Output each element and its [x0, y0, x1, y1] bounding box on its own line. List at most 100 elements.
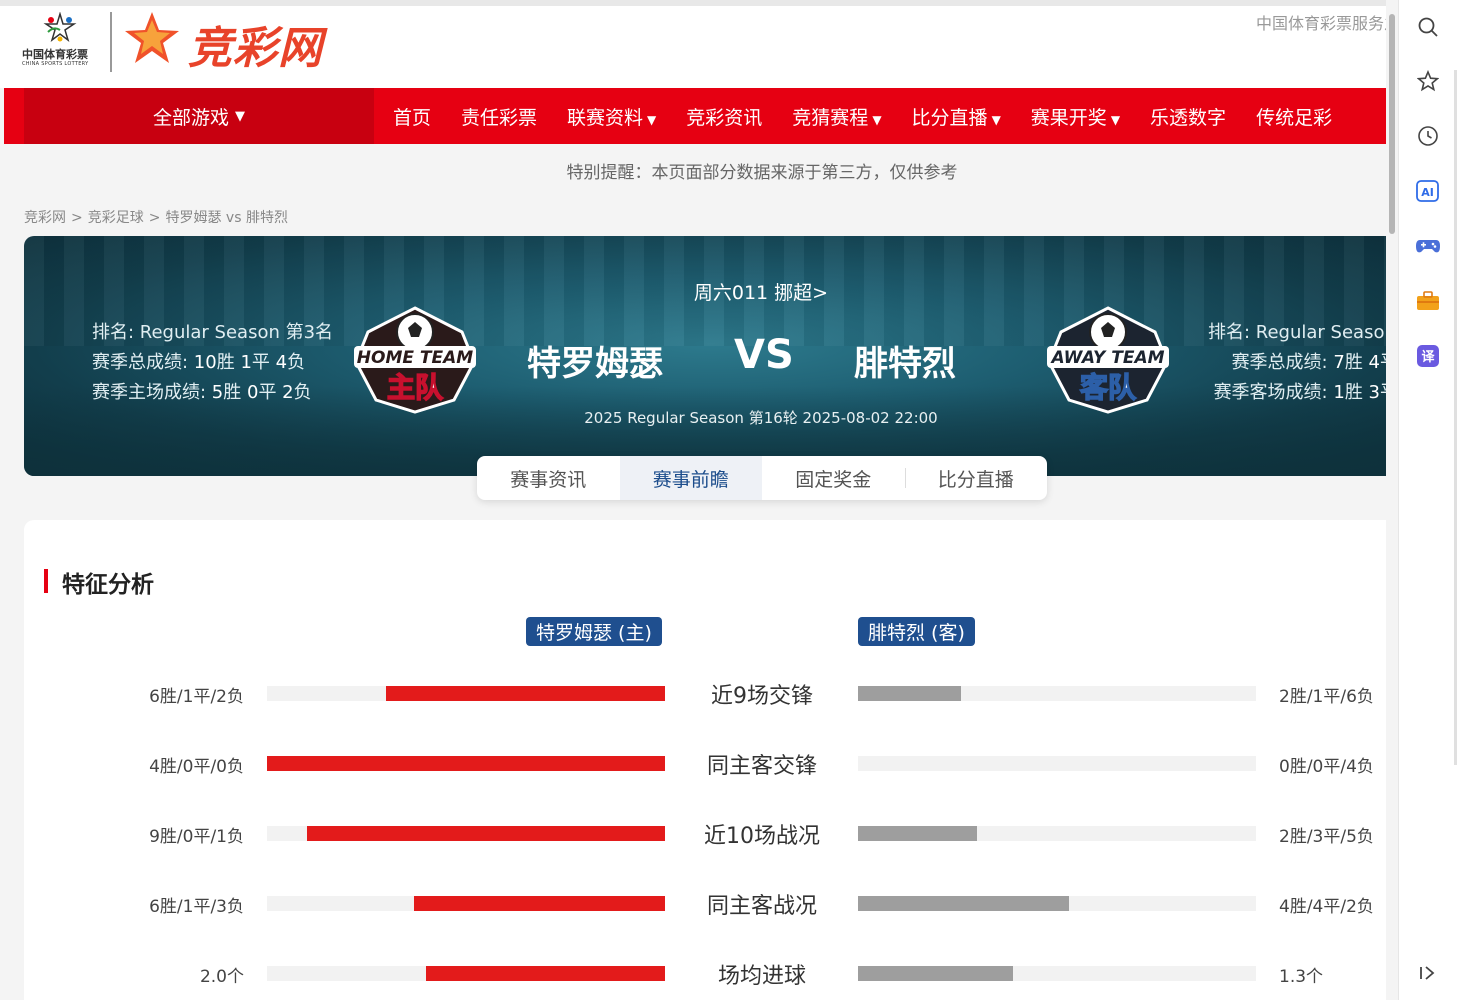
nav-item-label: 联赛资料 — [567, 106, 644, 129]
gamepad-icon[interactable] — [1415, 233, 1441, 259]
stat-label: 同主客交锋 — [706, 754, 817, 779]
away-team-name[interactable]: 腓特烈 — [854, 336, 956, 385]
nav-item[interactable]: 竞猜赛程 ▼ — [777, 103, 896, 130]
analysis-panel: 特征分析 特罗姆瑟 (主) 腓特烈 (客) 6胜/1平/2负 近9场交锋 2胜/1平… — [24, 520, 1398, 1000]
svg-text:AI: AI — [1421, 186, 1434, 199]
home-stat-track — [267, 896, 665, 911]
home-stat-track — [267, 686, 665, 701]
stat-label: 近10场战况 — [704, 824, 820, 849]
csl-logo-en: CHINA SPORTS LOTTERY — [22, 61, 89, 67]
away-team-tag: 腓特烈 (客) — [858, 617, 975, 646]
home-badge-en: HOME TEAM — [357, 348, 473, 368]
tab-3[interactable]: 固定奖金 — [762, 456, 905, 500]
history-icon[interactable] — [1415, 123, 1441, 149]
breadcrumb-football[interactable]: 竞彩足球 — [88, 210, 144, 226]
caret-down-icon: ▼ — [1110, 112, 1121, 127]
nav-item[interactable]: 责任彩票 — [446, 103, 552, 130]
home-badge-cn: 主队 — [387, 371, 444, 404]
nav-item[interactable]: 乐透数字 — [1135, 103, 1241, 130]
away-stat-value: 0胜/0平/4负 — [1279, 757, 1374, 777]
nav-item[interactable]: 竞彩资讯 — [671, 103, 777, 130]
home-stat-bar — [426, 966, 665, 981]
site-header: 中国体育彩票 CHINA SPORTS LOTTERY 竞彩网 中国体育彩票服务… — [0, 0, 1398, 88]
nav-item-label: 竞彩资讯 — [686, 106, 763, 129]
ai-icon[interactable]: AI — [1415, 178, 1441, 204]
nav-item[interactable]: 比分直播 ▼ — [897, 103, 1016, 130]
away-stat-track — [858, 756, 1256, 771]
nav-item[interactable]: 传统足彩 — [1241, 103, 1347, 130]
home-stat-track — [267, 826, 665, 841]
nav-item-label: 比分直播 — [911, 106, 988, 129]
away-stat-bar — [858, 966, 1014, 981]
lottery-star-icon — [43, 12, 77, 42]
nav-all-games-label: 全部游戏 — [152, 106, 229, 129]
away-stat-track — [858, 826, 1256, 841]
nav-item[interactable]: 首页 — [378, 103, 446, 130]
translate-icon[interactable]: 译 — [1415, 343, 1441, 369]
away-season-total: 赛季总成绩: 7胜 4平 — [1231, 352, 1398, 373]
star-icon[interactable] — [1415, 68, 1441, 94]
home-stat-track — [267, 756, 665, 771]
home-team-stats: 排名: Regular Season 第3名 赛季总成绩: 10胜 1平 4负 … — [92, 318, 333, 408]
away-stat-value: 2胜/3平/5负 — [1279, 827, 1374, 847]
breadcrumb-separator: > — [148, 210, 161, 226]
caret-down-icon: ▼ — [872, 112, 882, 127]
breadcrumb-separator: > — [71, 210, 83, 226]
home-team-tag: 特罗姆瑟 (主) — [526, 617, 662, 646]
collapse-icon[interactable] — [1415, 960, 1441, 986]
stat-label: 近9场交锋 — [711, 684, 813, 709]
breadcrumb-home[interactable]: 竞彩网 — [24, 210, 66, 226]
home-stat-bar — [306, 826, 665, 841]
tab-1[interactable]: 赛事资讯 — [477, 456, 620, 500]
home-stat-value: 9胜/0平/1负 — [149, 827, 244, 847]
away-badge-cn: 客队 — [1080, 371, 1137, 404]
home-stat-track — [267, 966, 665, 981]
match-meta: 2025 Regular Season 第16轮 2025-08-02 22:0… — [584, 409, 938, 427]
away-stat-value: 2胜/1平/6负 — [1279, 687, 1374, 707]
home-stat-value: 6胜/1平/3负 — [149, 897, 244, 917]
match-hero: 周六011 挪超> 排名: Regular Season 第3名 赛季总成绩: … — [24, 236, 1398, 476]
match-info-link[interactable]: 周六011 挪超> — [24, 278, 1398, 305]
tab-2[interactable]: 赛事前瞻 — [619, 456, 762, 500]
away-stat-track — [858, 896, 1256, 911]
special-notice: 特别提醒：本页面部分数据来源于第三方，仅供参考 — [566, 163, 958, 183]
nav-all-games[interactable]: 全部游戏 ▼ — [24, 88, 374, 144]
away-season-venue: 赛季客场成绩: 1胜 3平 — [1213, 382, 1398, 403]
nav-item-label: 传统足彩 — [1256, 106, 1333, 129]
logo-divider — [110, 12, 112, 72]
service-text[interactable]: 中国体育彩票服务之 — [1256, 10, 1398, 34]
home-season-venue: 赛季主场成绩: 5胜 0平 2负 — [92, 382, 312, 403]
search-icon[interactable] — [1415, 14, 1441, 40]
stat-label: 同主客战况 — [706, 894, 817, 919]
section-title: 特征分析 — [44, 565, 154, 599]
svg-text:译: 译 — [1421, 350, 1435, 365]
jcw-logo[interactable]: 竞彩网 — [122, 8, 362, 74]
away-stat-track — [858, 966, 1256, 981]
stat-label: 场均进球 — [717, 964, 806, 989]
caret-down-icon: ▼ — [647, 112, 657, 127]
home-stat-value: 6胜/1平/2负 — [149, 687, 244, 707]
csl-logo-cn: 中国体育彩票 — [22, 48, 88, 61]
home-stat-value: 2.0个 — [199, 967, 244, 987]
away-stat-value: 1.3个 — [1279, 967, 1324, 987]
away-stat-bar — [858, 896, 1069, 911]
away-team-stats: 排名: Regular Season 第 赛季总成绩: 7胜 4平 赛季客场成绩… — [1208, 318, 1398, 408]
away-stat-bar — [858, 826, 978, 841]
china-sports-lottery-logo[interactable]: 中国体育彩票 CHINA SPORTS LOTTERY — [14, 10, 104, 76]
away-team-badge-icon: AWAY TEAM 客队 — [1047, 306, 1169, 414]
main-nav: 全部游戏 ▼ 首页 责任彩票 联赛资料 ▼ 竞彩资讯 竞猜赛程 ▼ 比分直播 ▼ 赛果开奖 ▼ 乐透数… — [4, 88, 1398, 144]
home-rank: 排名: Regular Season 第3名 — [92, 322, 334, 343]
caret-down-icon: ▼ — [235, 108, 245, 124]
home-season-total: 赛季总成绩: 10胜 1平 4负 — [92, 352, 306, 373]
away-badge-en: AWAY TEAM — [1049, 348, 1164, 368]
home-team-name[interactable]: 特罗姆瑟 — [527, 336, 663, 385]
nav-item[interactable]: 联赛资料 ▼ — [552, 103, 671, 130]
stat-row: 6胜/1平/2负 近9场交锋 2胜/1平/6负 — [24, 678, 1398, 709]
page-scrollbar[interactable] — [1386, 0, 1398, 1000]
toolbox-icon[interactable] — [1415, 288, 1441, 314]
nav-item[interactable]: 赛果开奖 ▼ — [1016, 103, 1135, 130]
home-team-badge-icon: HOME TEAM 主队 — [354, 306, 476, 414]
scrollbar-thumb[interactable] — [1389, 14, 1395, 234]
tab-4[interactable]: 比分直播 — [904, 456, 1048, 500]
away-stat-track — [858, 686, 1256, 701]
